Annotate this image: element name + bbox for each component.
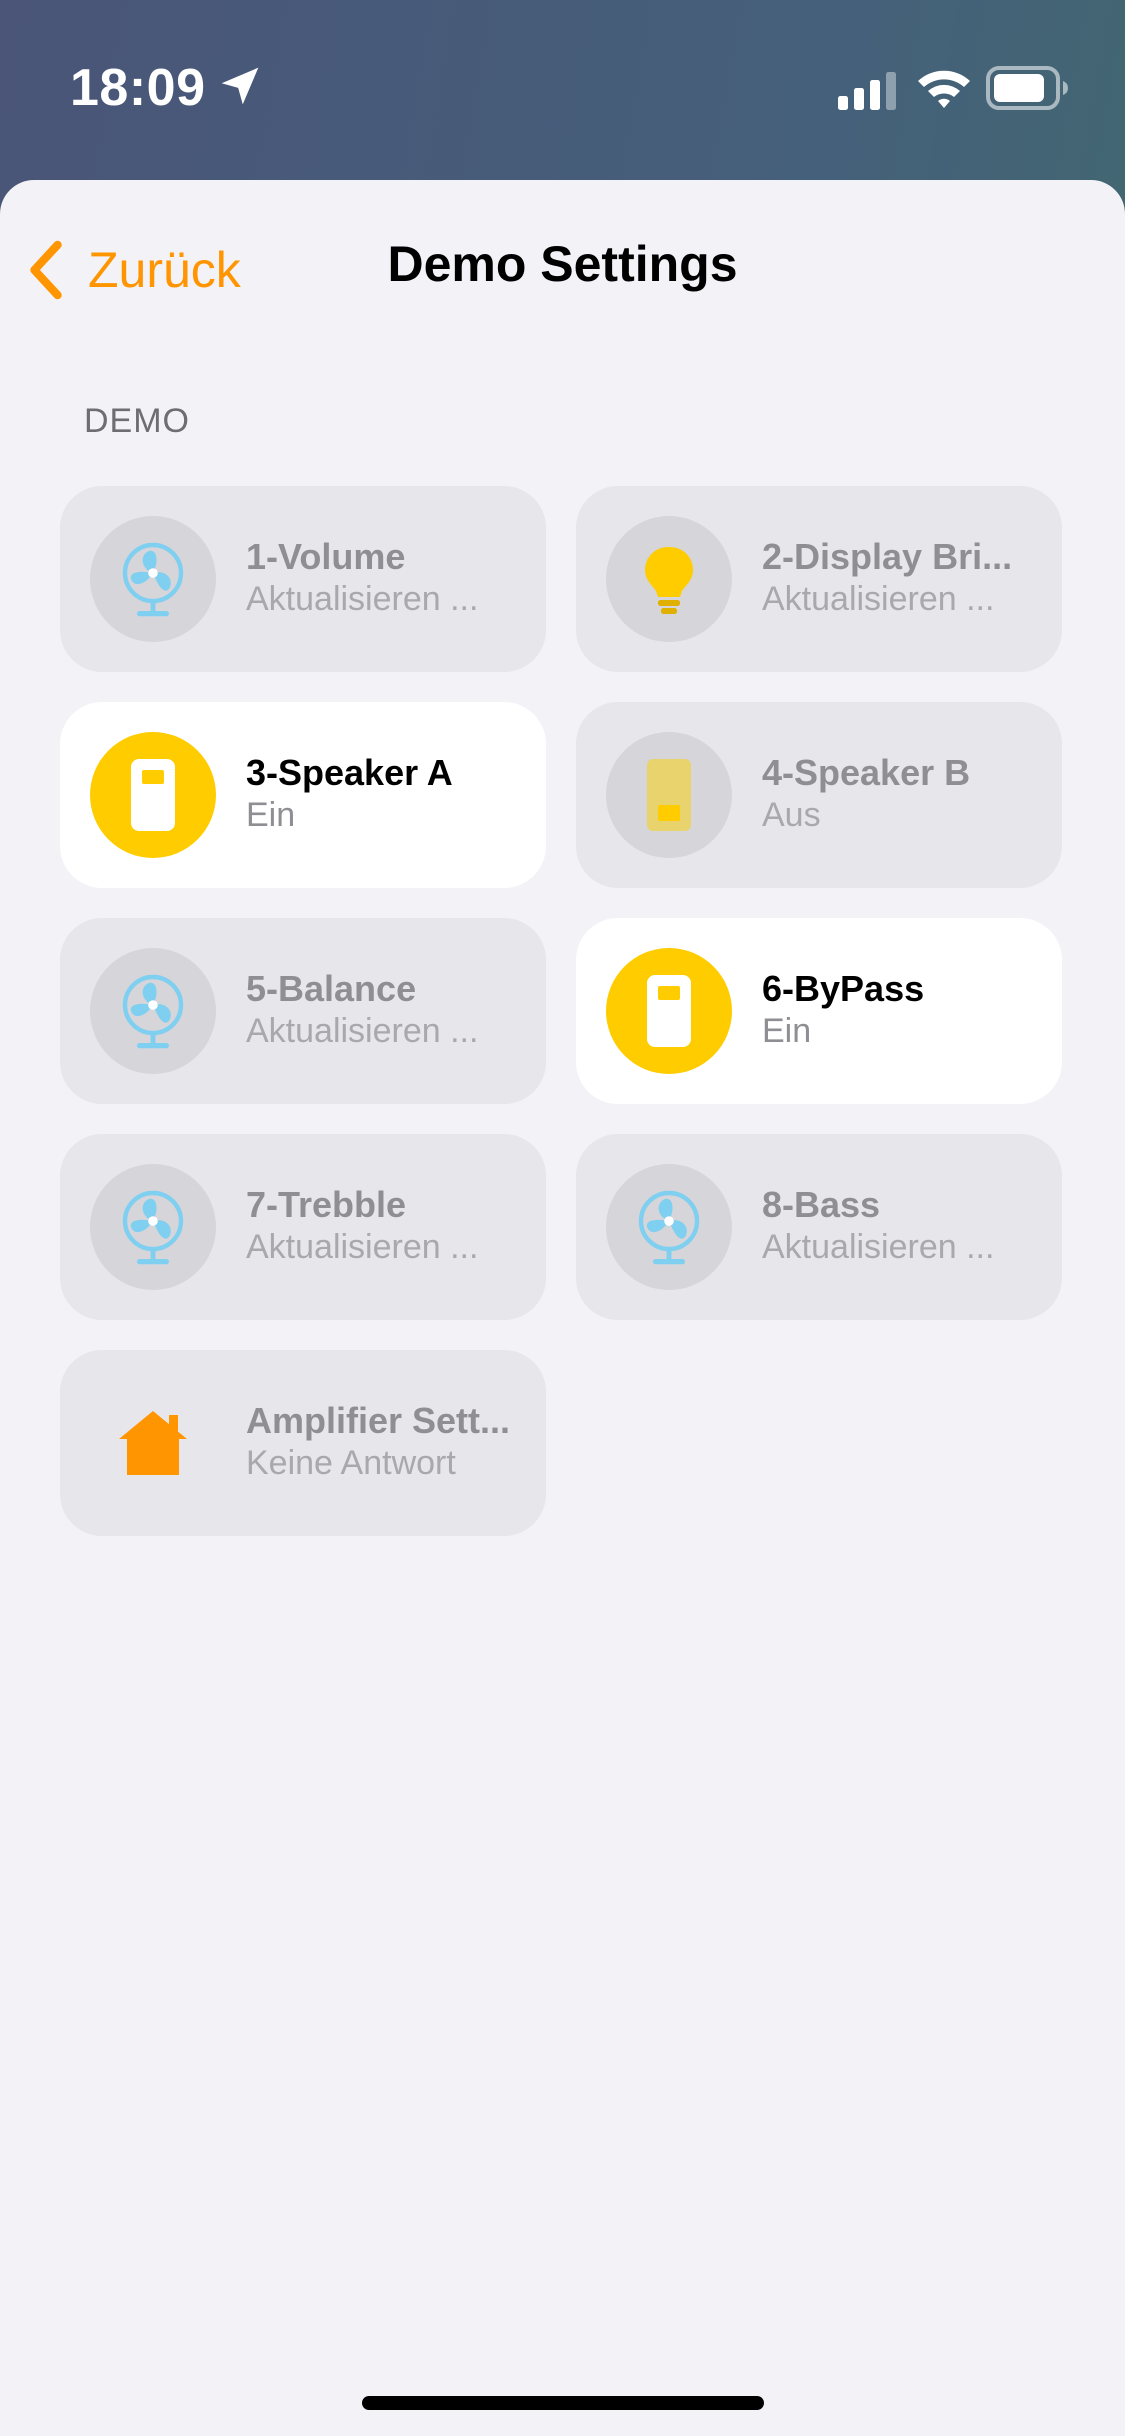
tile-icon-area (90, 1380, 216, 1506)
tile-name: Amplifier Sett... (246, 1400, 511, 1441)
switch-icon (131, 759, 175, 831)
accessory-tile-4-speaker-b[interactable]: 4-Speaker B Aus (576, 702, 1062, 888)
fan-icon (122, 1190, 184, 1265)
fan-icon (122, 542, 184, 617)
accessory-tile-amplifier-settings[interactable]: Amplifier Sett... Keine Antwort (60, 1350, 546, 1536)
tile-name: 8-Bass (762, 1184, 881, 1225)
accessory-tile-2-display-brightness[interactable]: 2-Display Bri... Aktualisieren ... (576, 486, 1062, 672)
tile-icon-circle (90, 948, 216, 1074)
accessory-tile-7-trebble[interactable]: 7-Trebble Aktualisieren ... (60, 1134, 546, 1320)
tile-icon-circle (90, 732, 216, 858)
tile-icon-circle (606, 1164, 732, 1290)
tile-status: Aktualisieren ... (246, 1228, 479, 1266)
tile-name: 4-Speaker B (762, 752, 971, 793)
tile-name: 6-ByPass (762, 968, 925, 1009)
tile-name: 1-Volume (246, 536, 406, 577)
battery-icon (986, 66, 1068, 110)
wifi-icon (918, 70, 970, 108)
tile-icon-circle (606, 948, 732, 1074)
tile-status: Aus (762, 796, 821, 834)
tile-status: Aktualisieren ... (246, 580, 479, 618)
tile-status: Keine Antwort (246, 1444, 456, 1482)
status-time: 18:09 (70, 59, 206, 117)
tile-name: 2-Display Bri... (762, 536, 1013, 577)
section-header: DEMO (84, 402, 190, 440)
accessory-tile-8-bass[interactable]: 8-Bass Aktualisieren ... (576, 1134, 1062, 1320)
tile-name: 5-Balance (246, 968, 417, 1009)
tile-name: 7-Trebble (246, 1184, 407, 1225)
tile-icon-circle (90, 516, 216, 642)
tile-status: Aktualisieren ... (762, 1228, 995, 1266)
accessory-tile-3-speaker-a[interactable]: 3-Speaker A Ein (60, 702, 546, 888)
switch-icon (647, 759, 691, 831)
cellular-signal-icon (838, 72, 896, 110)
home-indicator[interactable] (362, 2396, 764, 2410)
tile-name: 3-Speaker A (246, 752, 453, 793)
lightbulb-icon (645, 547, 693, 614)
settings-sheet: Zurück Demo Settings DEMO 1-Volume Aktua… (0, 180, 1125, 2436)
location-arrow-icon (221, 67, 259, 105)
tile-icon-circle (606, 516, 732, 642)
page-title: Demo Settings (387, 236, 738, 292)
tile-status: Aktualisieren ... (246, 1012, 479, 1050)
accessory-tile-5-balance[interactable]: 5-Balance Aktualisieren ... (60, 918, 546, 1104)
status-bar: 18:09 (0, 0, 1125, 180)
accessory-tile-6-bypass[interactable]: 6-ByPass Ein (576, 918, 1062, 1104)
fan-icon (122, 974, 184, 1049)
house-icon (119, 1411, 187, 1475)
tile-icon-circle (90, 1164, 216, 1290)
switch-icon (647, 975, 691, 1047)
tile-status: Ein (762, 1012, 812, 1050)
accessory-tile-1-volume[interactable]: 1-Volume Aktualisieren ... (60, 486, 546, 672)
tile-icon-circle (606, 732, 732, 858)
tile-status: Ein (246, 796, 296, 834)
tile-status: Aktualisieren ... (762, 580, 995, 618)
fan-icon (638, 1190, 700, 1265)
